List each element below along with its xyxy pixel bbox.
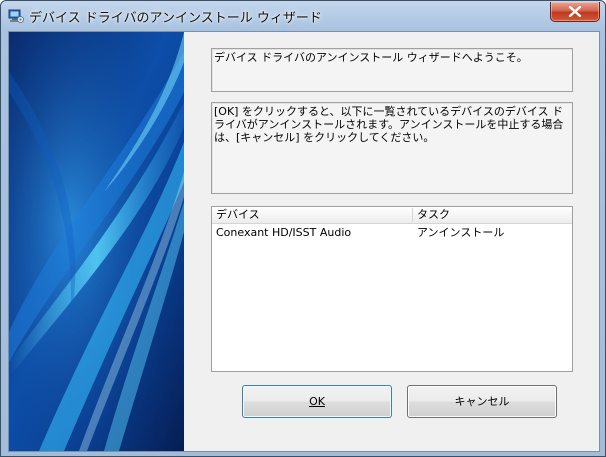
table-row[interactable]: Conexant HD/ISST Audio アンインストール	[212, 225, 572, 240]
close-icon	[568, 6, 582, 17]
welcome-textbox: デバイス ドライバのアンインストール ウィザードへようこそ。	[211, 48, 573, 92]
device-list[interactable]: デバイス タスク Conexant HD/ISST Audio アンインストール	[211, 206, 573, 372]
welcome-text: デバイス ドライバのアンインストール ウィザードへようこそ。	[214, 51, 528, 64]
wizard-side-banner	[9, 32, 184, 451]
window-title: デバイス ドライバのアンインストール ウィザード	[29, 11, 322, 26]
device-list-header: デバイス タスク	[212, 207, 572, 224]
column-header-task[interactable]: タスク	[413, 208, 567, 222]
dialog-client-area: デバイス ドライバのアンインストール ウィザードへようこそ。 [OK] をクリッ…	[8, 31, 600, 452]
device-manager-icon	[8, 9, 24, 23]
ok-button[interactable]: OK	[242, 385, 392, 418]
instructions-textbox: [OK] をクリックすると、以下に一覧されているデバイスのデバイス ドライバがア…	[211, 102, 573, 194]
device-name-cell: Conexant HD/ISST Audio	[216, 226, 352, 239]
ok-button-label: OK	[309, 395, 325, 408]
instructions-text: [OK] をクリックすると、以下に一覧されているデバイスのデバイス ドライバがア…	[214, 105, 564, 144]
title-bar[interactable]: デバイス ドライバのアンインストール ウィザード	[1, 1, 605, 31]
task-cell: アンインストール	[417, 226, 505, 239]
cancel-button[interactable]: キャンセル	[407, 385, 557, 418]
close-button[interactable]	[550, 2, 600, 22]
cancel-button-label: キャンセル	[454, 395, 510, 408]
column-header-device[interactable]: デバイス	[212, 208, 413, 222]
wizard-window: デバイス ドライバのアンインストール ウィザード デバイス ドライバのアンインス…	[0, 0, 606, 457]
